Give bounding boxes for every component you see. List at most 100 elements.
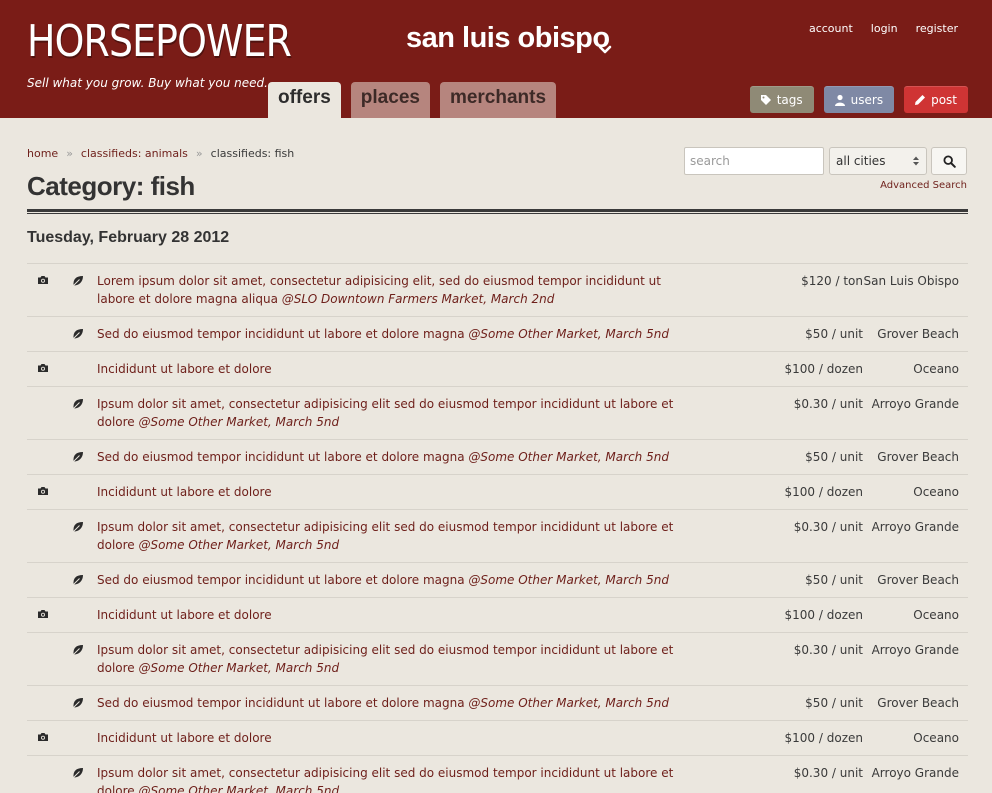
listing-description[interactable]: Sed do eiusmod tempor incididunt ut labo…	[97, 325, 687, 351]
breadcrumb-separator: »	[66, 147, 73, 160]
listing-description[interactable]: Ipsum dolor sit amet, consectetur adipis…	[97, 641, 687, 685]
photo-indicator-cell	[27, 641, 58, 685]
tab-offers[interactable]: offers	[268, 82, 341, 118]
listing-row[interactable]: Sed do eiusmod tempor incididunt ut labo…	[27, 439, 968, 474]
listing-title[interactable]: Incididunt ut labore et dolore	[97, 731, 272, 745]
listing-title[interactable]: Incididunt ut labore et dolore	[97, 485, 272, 499]
listing-description[interactable]: Lorem ipsum dolor sit amet, consectetur …	[97, 272, 687, 316]
listing-row[interactable]: Sed do eiusmod tempor incididunt ut labo…	[27, 685, 968, 720]
produce-indicator-cell	[58, 395, 97, 439]
photo-indicator-cell	[27, 483, 58, 509]
site-logo[interactable]: HORSEPOWER	[27, 14, 292, 70]
camera-icon	[37, 276, 48, 284]
produce-indicator-cell	[58, 325, 97, 351]
search-button[interactable]	[931, 147, 967, 175]
listing-market[interactable]: @Some Other Market, March 5nd	[468, 450, 669, 464]
photo-indicator-cell	[27, 360, 58, 386]
leaf-icon	[72, 575, 83, 585]
listing-description[interactable]: Sed do eiusmod tempor incididunt ut labo…	[97, 571, 687, 597]
listing-title[interactable]: Sed do eiusmod tempor incididunt ut labo…	[97, 573, 465, 587]
leaf-icon	[72, 452, 83, 462]
listing-title[interactable]: Sed do eiusmod tempor incididunt ut labo…	[97, 327, 465, 341]
users-button-label: users	[850, 92, 884, 107]
listing-market[interactable]: @Some Other Market, March 5nd	[139, 784, 340, 793]
listing-title[interactable]: Incididunt ut labore et dolore	[97, 608, 272, 622]
tags-button[interactable]: tags	[749, 86, 814, 113]
users-button[interactable]: users	[823, 86, 895, 113]
listing-row[interactable]: Sed do eiusmod tempor incididunt ut labo…	[27, 316, 968, 351]
listing-description[interactable]: Incididunt ut labore et dolore	[97, 606, 687, 632]
account-link[interactable]: account	[809, 22, 853, 35]
listing-row[interactable]: Ipsum dolor sit amet, consectetur adipis…	[27, 632, 968, 685]
advanced-search-link[interactable]: Advanced Search	[880, 180, 967, 191]
listing-description[interactable]: Incididunt ut labore et dolore	[97, 729, 687, 755]
listing-description[interactable]: Incididunt ut labore et dolore	[97, 483, 687, 509]
listing-market[interactable]: @Some Other Market, March 5nd	[139, 661, 340, 675]
produce-indicator-cell	[58, 483, 97, 509]
listing-description[interactable]: Sed do eiusmod tempor incididunt ut labo…	[97, 448, 687, 474]
tab-merchants[interactable]: merchants	[439, 82, 557, 118]
listing-market[interactable]: @SLO Downtown Farmers Market, March 2nd	[282, 292, 555, 306]
listing-location: Oceano	[913, 608, 959, 622]
listing-row[interactable]: Incididunt ut labore et dolore $100 / doz…	[27, 474, 968, 509]
listing-title[interactable]: Sed do eiusmod tempor incididunt ut labo…	[97, 450, 465, 464]
listing-description[interactable]: Sed do eiusmod tempor incididunt ut labo…	[97, 694, 687, 720]
header-actions: tags users post	[749, 86, 968, 113]
listing-title[interactable]: Sed do eiusmod tempor incididunt ut labo…	[97, 696, 465, 710]
city-select[interactable]: all cities	[829, 147, 927, 175]
listing-market[interactable]: @Some Other Market, March 5nd	[139, 538, 340, 552]
camera-icon	[37, 364, 48, 372]
listing-row[interactable]: Incididunt ut labore et dolore $100 / doz…	[27, 351, 968, 386]
photo-indicator-cell	[27, 518, 58, 562]
page-title: Category: fish	[27, 171, 195, 201]
listing-price: $0.30 / unit	[793, 397, 863, 411]
photo-indicator-cell	[27, 272, 58, 316]
listing-location: Grover Beach	[877, 450, 959, 464]
leaf-icon	[72, 329, 83, 339]
listing-row[interactable]: Ipsum dolor sit amet, consectetur adipis…	[27, 755, 968, 793]
photo-indicator-cell	[27, 729, 58, 755]
listing-description[interactable]: Incididunt ut labore et dolore	[97, 360, 687, 386]
listing-description[interactable]: Ipsum dolor sit amet, consectetur adipis…	[97, 764, 687, 793]
search-input[interactable]	[684, 147, 824, 175]
listing-market[interactable]: @Some Other Market, March 5nd	[139, 415, 340, 429]
listing-market[interactable]: @Some Other Market, March 5nd	[468, 696, 669, 710]
post-button-label: post	[931, 92, 957, 107]
listing-price: $0.30 / unit	[793, 520, 863, 534]
listing-row[interactable]: Incididunt ut labore et dolore $100 / doz…	[27, 720, 968, 755]
leaf-icon	[72, 399, 83, 409]
listing-market[interactable]: @Some Other Market, March 5nd	[468, 327, 669, 341]
breadcrumb: home » classifieds: animals » classified…	[27, 147, 294, 160]
listing-location: Grover Beach	[877, 327, 959, 341]
city-selector-label[interactable]: san luis obispo	[406, 22, 610, 55]
listing-description[interactable]: Ipsum dolor sit amet, consectetur adipis…	[97, 395, 687, 439]
listing-title[interactable]: Incididunt ut labore et dolore	[97, 362, 272, 376]
listing-row[interactable]: Sed do eiusmod tempor incididunt ut labo…	[27, 562, 968, 597]
listing-market[interactable]: @Some Other Market, March 5nd	[468, 573, 669, 587]
produce-indicator-cell	[58, 571, 97, 597]
listing-row[interactable]: Incididunt ut labore et dolore $100 / doz…	[27, 597, 968, 632]
produce-indicator-cell	[58, 694, 97, 720]
leaf-icon	[72, 276, 83, 286]
post-button[interactable]: post	[904, 86, 968, 113]
listing-row[interactable]: Ipsum dolor sit amet, consectetur adipis…	[27, 386, 968, 439]
login-link[interactable]: login	[871, 22, 898, 35]
breadcrumb-animals[interactable]: classifieds: animals	[81, 147, 188, 160]
camera-icon	[37, 610, 48, 618]
breadcrumb-home[interactable]: home	[27, 147, 58, 160]
listing-price: $50 / unit	[805, 450, 863, 464]
listing-row[interactable]: Ipsum dolor sit amet, consectetur adipis…	[27, 509, 968, 562]
camera-icon	[37, 733, 48, 741]
produce-indicator-cell	[58, 360, 97, 386]
leaf-icon	[72, 645, 83, 655]
listing-row[interactable]: Lorem ipsum dolor sit amet, consectetur …	[27, 263, 968, 316]
site-tagline: Sell what you grow. Buy what you need.	[27, 76, 268, 90]
listing-location: Grover Beach	[877, 696, 959, 710]
listing-description[interactable]: Ipsum dolor sit amet, consectetur adipis…	[97, 518, 687, 562]
chevron-down-icon[interactable]	[598, 44, 612, 56]
listings-table: Lorem ipsum dolor sit amet, consectetur …	[27, 263, 968, 793]
listing-location: Arroyo Grande	[871, 766, 959, 780]
register-link[interactable]: register	[916, 22, 958, 35]
leaf-icon	[72, 768, 83, 778]
tab-places[interactable]: places	[350, 82, 430, 118]
